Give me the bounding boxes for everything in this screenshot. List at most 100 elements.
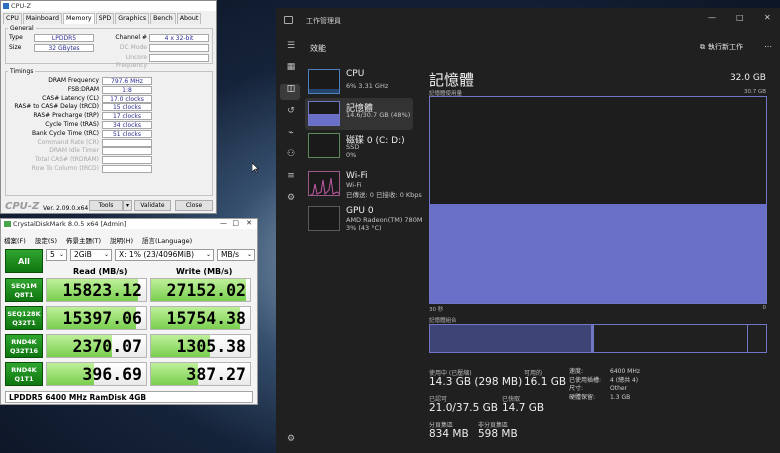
cpuz-titlebar[interactable]: CPU-Z — [1, 1, 216, 11]
close-icon[interactable]: ✕ — [246, 219, 252, 227]
menu-settings[interactable]: 設定(S) — [35, 235, 57, 245]
write-header: Write (MB/s) — [176, 267, 233, 276]
timings-legend: Timings — [10, 68, 34, 75]
count-select[interactable]: 5 ⌄ — [46, 249, 67, 261]
detail-label: 速度: — [569, 368, 584, 375]
more-options-icon[interactable]: ⋯ — [764, 42, 772, 51]
committed-value: 21.0/37.5 GB — [429, 402, 498, 414]
memory-usage-fill — [430, 204, 766, 303]
nonpaged-pool-value: 598 MB — [478, 428, 518, 440]
test-name: RND4K — [11, 338, 37, 346]
size-value: 2GiB — [74, 250, 92, 259]
run-task-icon: ⧉ — [700, 43, 705, 51]
gpu-thumb-graph — [308, 206, 340, 231]
test-button[interactable]: RND4K Q32T16 — [5, 334, 43, 358]
timing-value — [102, 156, 152, 165]
test-button[interactable]: SEQ128K Q32T1 — [5, 306, 43, 330]
wifi-name: Wi-Fi — [346, 171, 368, 181]
tab-memory[interactable]: Memory — [63, 13, 95, 24]
channel-label: Channel # — [115, 34, 147, 41]
size-label: Size — [9, 44, 22, 51]
close-icon[interactable]: ✕ — [764, 13, 771, 22]
perf-item-memory[interactable]: 記憶體 14.6/30.7 GB (48%) — [305, 98, 413, 130]
processes-icon[interactable]: ▦ — [284, 62, 298, 72]
menu-help[interactable]: 說明(H) — [110, 235, 133, 245]
app-history-icon[interactable]: ↺ — [284, 106, 298, 116]
maximize-icon[interactable]: □ — [736, 13, 744, 22]
run-new-task-label: 執行新工作 — [708, 43, 743, 51]
comment-field[interactable]: LPDDR5 6400 MHz RamDisk 4GB — [5, 391, 253, 403]
menu-theme[interactable]: 佈景主題(T) — [66, 235, 101, 245]
write-result-value: 1305.38 — [176, 337, 246, 356]
timing-value: 34 clocks — [102, 121, 152, 129]
wifi-throughput: 已傳送: 0 已接收: 0 Kbps — [346, 191, 422, 199]
performance-icon[interactable]: ◫ — [284, 84, 298, 94]
tab-mainboard[interactable]: Mainboard — [22, 13, 63, 24]
tools-button[interactable]: Tools — [89, 200, 123, 211]
tools-dropdown-icon[interactable]: ▾ — [123, 200, 132, 211]
validate-button[interactable]: Validate — [134, 200, 171, 211]
menu-language[interactable]: 語言(Language) — [142, 235, 192, 245]
tab-graphics[interactable]: Graphics — [115, 13, 150, 24]
time-axis-label: 30 秒 — [429, 307, 444, 313]
cpuz-app-icon — [3, 3, 9, 9]
settings-gear-icon[interactable]: ⚙ — [284, 434, 298, 444]
services-icon[interactable]: ⚙ — [284, 193, 298, 203]
close-button[interactable]: Close — [175, 200, 213, 211]
in-use-value: 14.3 GB (298 MB) — [429, 376, 523, 388]
count-value: 5 — [50, 250, 55, 259]
read-result-value: 396.69 — [82, 365, 142, 384]
timing-label: RAS# Precharge (tRP) — [33, 112, 99, 120]
test-button[interactable]: SEQ1M Q8T1 — [5, 278, 43, 302]
perf-item-cpu[interactable]: CPU 6% 3.31 GHz — [305, 66, 413, 98]
cdm-titlebar[interactable]: CrystalDiskMark 8.0.5 x64 [Admin] — □ ✕ — [1, 219, 257, 229]
minimize-icon[interactable]: — — [220, 219, 227, 227]
details-icon[interactable]: ≡ — [284, 171, 298, 181]
cpu-name: CPU — [346, 69, 365, 79]
read-result: 15823.12 — [46, 278, 147, 302]
tab-cpu[interactable]: CPU — [3, 13, 22, 24]
timing-label: DRAM Idle Timer — [49, 147, 99, 155]
tab-bench[interactable]: Bench — [150, 13, 176, 24]
hamburger-menu-icon[interactable]: ☰ — [284, 41, 298, 51]
detail-label: 硬體保留: — [569, 393, 596, 401]
available-value: 16.1 GB — [524, 376, 567, 388]
write-result: 1305.38 — [150, 334, 251, 358]
drive-select[interactable]: X: 1% (23/4096MiB) ⌄ — [115, 249, 214, 261]
read-header: Read (MB/s) — [73, 267, 128, 276]
write-result: 15754.38 — [150, 306, 251, 330]
perf-item-gpu[interactable]: GPU 0 AMD Radeon(TM) 780M 3% (43 °C) — [305, 203, 422, 235]
test-queue: Q32T16 — [9, 347, 39, 355]
drive-value: X: 1% (23/4096MiB) — [119, 250, 195, 259]
chevron-down-icon: ⌄ — [205, 251, 211, 258]
all-button[interactable]: All — [5, 249, 43, 273]
users-icon[interactable]: ⚇ — [284, 149, 298, 159]
chevron-down-icon: ⌄ — [58, 251, 64, 258]
timing-label: Cycle Time (tRAS) — [45, 121, 99, 128]
menu-file[interactable]: 檔案(F) — [4, 235, 26, 245]
tab-spd[interactable]: SPD — [95, 13, 115, 24]
dcmode-value — [149, 44, 209, 52]
minimize-icon[interactable]: — — [708, 13, 716, 22]
timing-label: Row To Column (tRCD) — [31, 165, 99, 172]
test-button[interactable]: RND4K Q1T1 — [5, 362, 43, 386]
run-new-task-button[interactable]: ⧉ 執行新工作 — [700, 42, 743, 52]
chevron-down-icon: ⌄ — [246, 251, 252, 258]
maximize-icon[interactable]: □ — [232, 219, 239, 227]
timing-value — [102, 147, 152, 156]
cpuz-tabs: CPU Mainboard Memory SPD Graphics Bench … — [3, 13, 202, 24]
timing-label: DRAM Frequency — [48, 77, 99, 84]
size-select[interactable]: 2GiB ⌄ — [70, 249, 112, 261]
mouse-cursor-icon — [252, 163, 259, 173]
timing-value — [102, 165, 152, 173]
detail-value: 6400 MHz — [610, 368, 641, 375]
tab-about[interactable]: About — [176, 13, 202, 24]
type-label: Type — [9, 34, 23, 41]
tm-title: 工作管理員 — [306, 17, 341, 25]
unit-select[interactable]: MB/s ⌄ — [217, 249, 255, 261]
startup-apps-icon[interactable]: ⌁ — [284, 128, 298, 138]
perf-item-disk[interactable]: 磁碟 0 (C: D:) SSD 0% — [305, 130, 413, 162]
cpuz-version: Ver. 2.09.0.x64 — [43, 205, 89, 212]
detail-value: Other — [610, 385, 628, 393]
perf-item-wifi[interactable]: Wi-Fi Wi-Fi 已傳送: 0 已接收: 0 Kbps — [305, 168, 422, 200]
